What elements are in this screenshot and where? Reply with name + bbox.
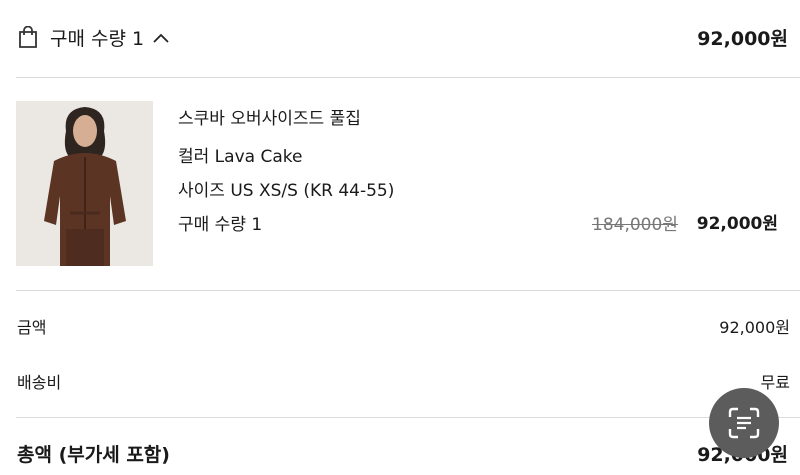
quantity-toggle[interactable]: 구매 수량 1 bbox=[50, 24, 170, 51]
original-price: 184,000원 bbox=[592, 215, 678, 235]
product-image[interactable] bbox=[16, 101, 153, 266]
shopping-bag-icon bbox=[19, 26, 37, 48]
divider bbox=[16, 290, 800, 291]
divider bbox=[16, 77, 800, 78]
product-quantity: 구매 수량 1 bbox=[178, 215, 263, 235]
shipping-label: 배송비 bbox=[17, 373, 62, 392]
product-photo bbox=[16, 101, 153, 266]
quantity-toggle-label: 구매 수량 1 bbox=[50, 28, 145, 50]
header-total-price: 92,000원 bbox=[697, 28, 788, 50]
grand-total-label: 총액 (부가세 포함) bbox=[17, 444, 170, 466]
product-size: 사이즈 US XS/S (KR 44-55) bbox=[178, 181, 395, 201]
text-scan-icon bbox=[728, 407, 760, 439]
divider bbox=[16, 417, 800, 418]
product-name[interactable]: 스쿠바 오버사이즈드 풀집 bbox=[178, 104, 361, 129]
text-scan-button[interactable] bbox=[709, 388, 779, 458]
amount-value: 92,000원 bbox=[719, 318, 790, 337]
sale-price: 92,000원 bbox=[696, 214, 778, 234]
chevron-up-icon bbox=[153, 33, 169, 43]
order-header: 구매 수량 1 92,000원 bbox=[0, 0, 800, 76]
amount-label: 금액 bbox=[17, 318, 47, 337]
product-color: 컬러 Lava Cake bbox=[178, 147, 303, 167]
shipping-value: 무료 bbox=[760, 373, 790, 392]
